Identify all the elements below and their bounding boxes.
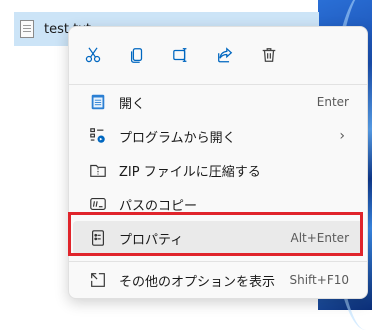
notepad-icon xyxy=(91,94,105,110)
menu-item-label: その他のオプションを表示 xyxy=(119,274,276,290)
menu-item-more-options[interactable]: その他のオプションを表示 Shift+F10 xyxy=(73,263,363,297)
context-menu-toolbar xyxy=(69,27,367,83)
scissors-icon xyxy=(85,47,101,63)
cut-button[interactable] xyxy=(81,43,105,67)
share-button[interactable] xyxy=(213,43,237,67)
open-with-icon xyxy=(90,128,105,143)
delete-button[interactable] xyxy=(257,43,281,67)
menu-item-open-with[interactable]: プログラムから開く › xyxy=(73,119,363,153)
copy-path-icon xyxy=(90,198,106,210)
text-file-icon xyxy=(20,20,34,38)
menu-item-label: プログラムから開く xyxy=(119,130,236,146)
rename-icon xyxy=(173,48,187,62)
menu-item-label: ZIP ファイルに圧縮する xyxy=(119,164,261,180)
menu-item-label: パスのコピー xyxy=(119,198,198,214)
menu-item-label: プロパティ xyxy=(119,232,184,248)
menu-item-open[interactable]: 開く Enter xyxy=(73,85,363,119)
trash-icon xyxy=(262,48,276,62)
rename-button[interactable] xyxy=(169,43,193,67)
menu-divider xyxy=(69,261,367,262)
menu-item-label: 開く xyxy=(119,96,146,112)
zip-folder-icon xyxy=(90,164,106,177)
copy-icon xyxy=(130,48,143,63)
menu-item-compress-zip[interactable]: ZIP ファイルに圧縮する xyxy=(73,153,363,187)
copy-button[interactable] xyxy=(125,43,149,67)
more-options-icon xyxy=(91,273,105,287)
menu-item-properties[interactable]: プロパティ Alt+Enter xyxy=(73,221,363,255)
shortcut-label: Shift+F10 xyxy=(289,273,349,287)
properties-icon xyxy=(92,230,104,246)
chevron-right-icon: › xyxy=(339,128,345,144)
menu-item-copy-path[interactable]: パスのコピー xyxy=(73,187,363,221)
shortcut-label: Alt+Enter xyxy=(290,231,349,245)
shortcut-label: Enter xyxy=(316,95,349,109)
share-icon xyxy=(218,47,233,63)
context-menu: 開く Enter プログラムから開く › ZIP ファイルに圧縮する パスのコピ… xyxy=(68,26,368,299)
